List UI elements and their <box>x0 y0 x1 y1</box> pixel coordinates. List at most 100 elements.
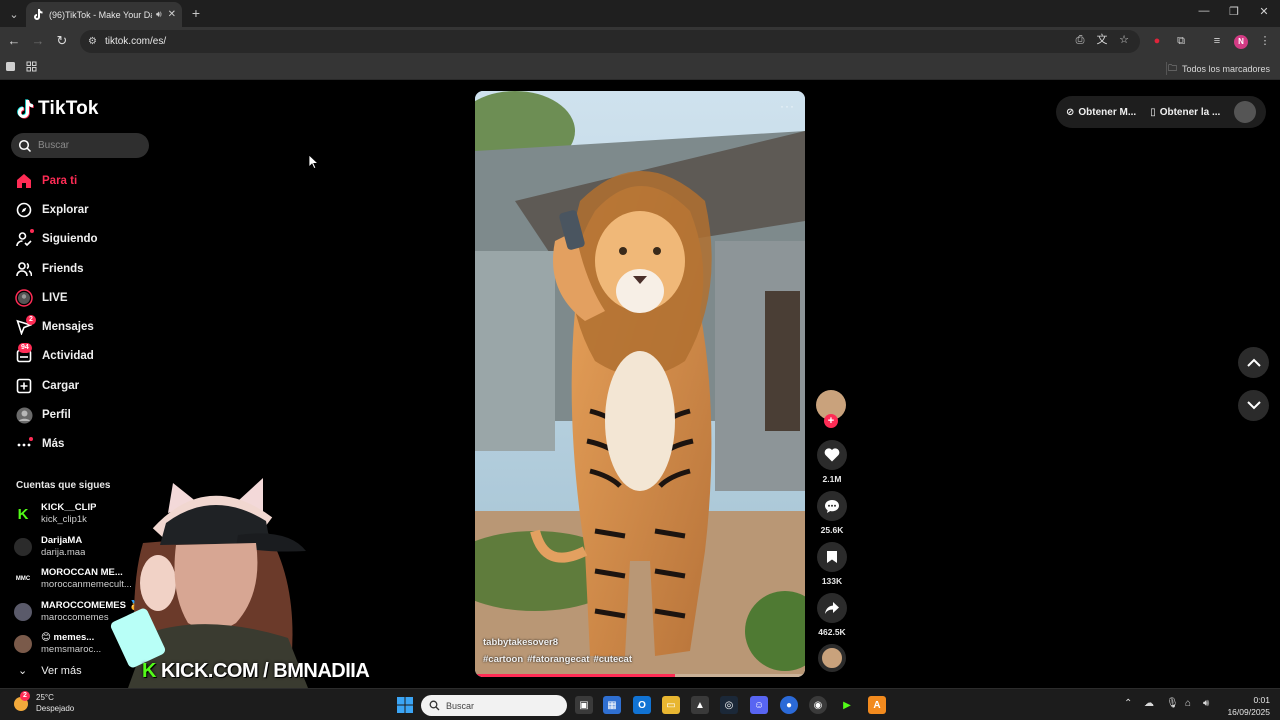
video-player[interactable]: ··· tabbytakesover8 #cartoon #fatorangec… <box>475 91 805 677</box>
volume-icon[interactable]: 🔊︎ <box>1203 698 1209 709</box>
speaker-icon[interactable]: 🔊︎ <box>156 9 162 20</box>
nav-item-cargar[interactable]: Cargar <box>14 371 154 400</box>
share-button[interactable]: 462.5K <box>816 593 848 637</box>
weather-widget[interactable]: 2 25°C Despejado <box>12 691 74 714</box>
messages-badge: 2 <box>26 315 36 326</box>
kick-app-icon[interactable]: ▶ <box>838 696 856 714</box>
previous-video-button[interactable] <box>1238 347 1269 378</box>
nav-item-explorar[interactable]: Explorar <box>14 195 154 224</box>
chevron-down-icon <box>1246 401 1261 410</box>
app-icon[interactable]: ▲ <box>691 696 709 714</box>
save-button[interactable]: 133K <box>816 542 848 586</box>
cloud-icon[interactable]: ☁ <box>1144 698 1154 709</box>
app-orange-icon[interactable]: A <box>868 696 886 714</box>
comment-button[interactable]: 25.6K <box>816 491 848 535</box>
steam-icon[interactable]: ◎ <box>720 696 738 714</box>
search-bar[interactable] <box>11 133 149 158</box>
hashtag-link[interactable]: #fatorangecat <box>527 654 589 665</box>
account-handle: darija.maa <box>41 546 86 558</box>
new-tab-button[interactable]: + <box>188 5 204 21</box>
see-more-button[interactable]: ⌄ Ver más <box>18 664 82 678</box>
windows-start-icon[interactable] <box>396 696 414 714</box>
kick-k-letter: K <box>142 660 156 682</box>
reload-icon[interactable]: ↻ <box>54 33 70 49</box>
nav-item-mensajes[interactable]: 2 Mensajes <box>14 312 154 341</box>
tray-overflow-chevron-icon[interactable]: ⌃ <box>1124 698 1132 709</box>
notification-dot <box>29 437 33 442</box>
webcam-overlay <box>88 473 354 688</box>
chrome-icon[interactable]: ● <box>780 696 798 714</box>
folder-icon: 🗀 <box>1167 63 1177 73</box>
media-controls-icon[interactable]: ≡ <box>1210 34 1224 48</box>
address-bar[interactable]: ⚙ tiktok.com/es/ <box>80 30 1140 53</box>
forward-arrow-icon[interactable]: → <box>30 33 46 49</box>
video-more-icon[interactable]: ··· <box>780 99 795 113</box>
nav-item-siguiendo[interactable]: Siguiendo <box>14 225 154 254</box>
tab-search-chevron-icon[interactable]: ⌄ <box>4 4 24 24</box>
file-explorer-icon[interactable]: ▭ <box>662 696 680 714</box>
translate-icon[interactable]: 文 <box>1095 33 1109 47</box>
share-arrow-icon <box>817 593 847 623</box>
install-app-icon[interactable]: ⎙ <box>1073 33 1087 47</box>
restore-icon[interactable]: ❐ <box>1226 5 1242 18</box>
network-icon[interactable]: ⌂ <box>1185 698 1191 709</box>
outlook-icon[interactable]: O <box>633 696 651 714</box>
chevron-up-icon <box>1246 358 1261 367</box>
temperature: 25°C <box>36 693 54 702</box>
discord-icon[interactable]: ☺ <box>750 696 768 714</box>
minimize-icon[interactable]: — <box>1196 5 1212 17</box>
nav-item-live[interactable]: LIVE <box>14 283 154 312</box>
tiktok-logo[interactable]: TikTok <box>16 98 99 120</box>
phone-icon: ▯ <box>1150 106 1156 118</box>
browser-menu-icon[interactable]: ⋮ <box>1258 34 1272 48</box>
all-bookmarks-button[interactable]: 🗀 Todos los marcadores <box>1168 61 1270 77</box>
avatar <box>14 602 32 621</box>
back-arrow-icon[interactable]: ← <box>6 33 22 49</box>
get-app-button[interactable]: ▯ Obtener la ... <box>1150 107 1220 118</box>
microsoft-store-icon[interactable]: ▦ <box>603 696 621 714</box>
tab-close-icon[interactable]: ✕ <box>168 9 176 20</box>
nav-label: Actividad <box>42 350 94 363</box>
like-button[interactable]: 2.1M <box>816 440 848 484</box>
nav-item-para-ti[interactable]: Para ti <box>14 166 154 195</box>
hashtag-link[interactable]: #cartoon <box>483 654 523 665</box>
obs-icon[interactable]: ◉ <box>809 696 827 714</box>
bookmark-star-icon[interactable]: ☆ <box>1117 33 1131 47</box>
profile-avatar[interactable]: N <box>1234 35 1248 49</box>
next-video-button[interactable] <box>1238 390 1269 421</box>
nav-item-friends[interactable]: Friends <box>14 254 154 283</box>
video-progress-bar[interactable] <box>475 674 805 677</box>
search-input[interactable] <box>38 140 128 151</box>
browser-tab-tiktok[interactable]: (96)TikTok - Make Your Day 🔊︎ ✕ <box>26 2 182 27</box>
microphone-icon[interactable]: 🎙︎ <box>1166 698 1179 709</box>
system-clock[interactable]: 0:01 16/09/2025 <box>1227 694 1270 718</box>
nav-item-perfil[interactable]: Perfil <box>14 400 154 429</box>
url-text[interactable]: tiktok.com/es/ <box>105 36 166 47</box>
nav-label: Siguiendo <box>42 233 98 246</box>
music-disc-icon[interactable] <box>818 644 846 672</box>
avatar <box>14 635 32 654</box>
nav-item-mas[interactable]: Más <box>14 430 154 459</box>
bookmarks-separator <box>1166 62 1167 75</box>
user-avatar[interactable] <box>1234 101 1256 123</box>
tab-groups-icon[interactable] <box>5 61 17 73</box>
taskbar-search[interactable]: Buscar <box>421 695 567 716</box>
extension-red-icon[interactable]: ● <box>1150 34 1164 48</box>
get-coins-button[interactable]: ⊘ Obtener M... <box>1066 107 1136 118</box>
hashtag-link[interactable]: #cutecat <box>593 654 632 665</box>
creator-avatar[interactable]: + <box>816 390 846 428</box>
avatar: MMC <box>14 570 32 589</box>
nav-item-actividad[interactable]: 94 Actividad <box>14 342 154 371</box>
browser-tab-strip: ⌄ (96)TikTok - Make Your Day 🔊︎ ✕ + — ❐ … <box>0 0 1280 27</box>
follow-plus-icon[interactable]: + <box>824 414 838 428</box>
windows-taskbar: 2 25°C Despejado Buscar ▣ ▦ O ▭ ▲ ◎ ☺ ● … <box>0 688 1280 720</box>
apps-grid-icon[interactable] <box>26 61 38 73</box>
sun-moon-icon: 2 <box>12 691 30 712</box>
site-info-icon[interactable]: ⚙ <box>88 36 97 47</box>
extensions-puzzle-icon[interactable]: ⧉ <box>1174 34 1188 48</box>
task-view-icon[interactable]: ▣ <box>575 696 593 714</box>
window-close-icon[interactable]: ✕ <box>1256 5 1272 18</box>
coin-icon: ⊘ <box>1066 106 1075 118</box>
compass-icon <box>14 200 34 220</box>
video-author[interactable]: tabbytakesover8 <box>483 637 558 648</box>
